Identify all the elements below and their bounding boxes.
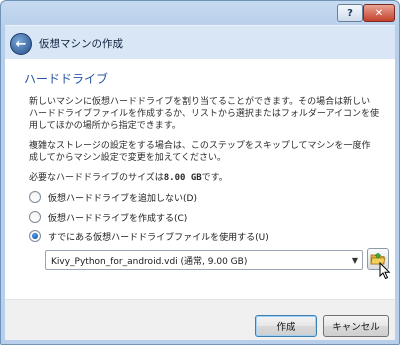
dialog-title: 仮想マシンの作成 [39, 38, 123, 50]
mouse-pointer-icon [379, 262, 391, 280]
radio-label: 仮想ハードドライブを追加しない(D) [48, 193, 197, 204]
radio-create-disk[interactable]: 仮想ハードドライブを作成する(C) [29, 210, 187, 224]
radio-button[interactable] [29, 211, 41, 223]
radio-label: 仮想ハードドライブを作成する(C) [48, 213, 188, 224]
wizard-page: ハードドライブ 新しいマシンに仮想ハードドライブを割り当てることができます。その… [5, 59, 395, 300]
size-prefix: 必要なハードドライブのサイズは [29, 173, 164, 183]
help-button[interactable]: ? [337, 4, 363, 22]
description-paragraph: 新しいマシンに仮想ハードドライブを割り当てることができます。その場合は新しいハー… [29, 97, 380, 131]
size-value: 8.00 GB [163, 173, 202, 183]
dialog-header: ← 仮想マシンの作成 [5, 25, 395, 60]
advanced-note-paragraph: 複雑なストレージの設定をする場合は、このステップをスキップしてマシンを一度作成し… [29, 141, 371, 163]
radio-label: すでにある仮想ハードドライブファイルを使用する(U) [48, 232, 269, 243]
button-bar: 作成 キャンセル [5, 300, 395, 340]
dialog-window: ? ✕ ← 仮想マシンの作成 ハードドライブ 新しいマシンに仮想ハードドライブを… [0, 0, 400, 345]
title-bar: ? ✕ [1, 1, 399, 27]
disk-file-select[interactable]: Kivy_Python_for_android.vdi (通常, 9.00 GB… [45, 250, 363, 270]
chevron-down-icon[interactable]: ▼ [348, 252, 362, 268]
back-arrow-icon[interactable]: ← [10, 33, 32, 55]
radio-button[interactable] [29, 191, 41, 203]
recommended-size-text: 必要なハードドライブのサイズは8.00 GBです。 [29, 172, 379, 184]
close-button[interactable]: ✕ [363, 4, 395, 22]
radio-no-disk[interactable]: 仮想ハードドライブを追加しない(D) [29, 190, 197, 204]
page-title: ハードドライブ [24, 72, 109, 86]
radio-button-selected[interactable] [29, 230, 41, 242]
size-suffix: です。 [201, 173, 228, 183]
cancel-button[interactable]: キャンセル [323, 315, 389, 337]
disk-file-select-value: Kivy_Python_for_android.vdi (通常, 9.00 GB… [51, 256, 248, 267]
create-button[interactable]: 作成 [255, 315, 317, 337]
radio-use-existing-disk[interactable]: すでにある仮想ハードドライブファイルを使用する(U) [29, 229, 269, 243]
